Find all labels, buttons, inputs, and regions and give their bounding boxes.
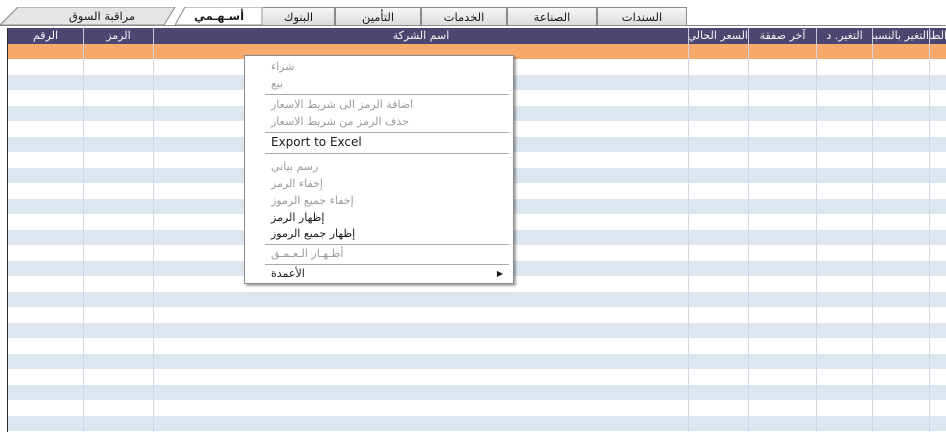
column-header-change-value[interactable]: التغير. د	[816, 28, 872, 44]
table-row[interactable]	[8, 308, 946, 323]
tab-market-watch[interactable]: مراقبة السوق	[0, 7, 176, 25]
table-row[interactable]	[8, 401, 946, 416]
menu-item-export-excel[interactable]: Export to Excel	[245, 134, 513, 150]
menu-item-columns-label: الأعمدة	[271, 267, 305, 280]
menu-item-columns[interactable]: الأعمدة ▶	[245, 266, 513, 282]
column-divider	[83, 44, 84, 432]
menu-separator	[265, 132, 509, 133]
tab-services[interactable]: الخدمات	[421, 7, 507, 25]
table-row[interactable]	[8, 339, 946, 354]
column-divider	[929, 44, 930, 432]
table-row[interactable]	[8, 416, 946, 431]
menu-item-chart[interactable]: رسم بياني	[245, 159, 513, 175]
table-row[interactable]	[8, 370, 946, 385]
column-divider	[688, 44, 689, 432]
column-divider	[872, 44, 873, 432]
tab-my-stocks-label: أسـهـمي	[193, 9, 245, 23]
menu-separator	[265, 264, 509, 265]
context-menu: شراء بيع اضافة الرمز الى شريط الاسعار حذ…	[244, 55, 514, 284]
menu-item-show-all-symbols[interactable]: إظهار جميع الرموز	[245, 226, 513, 242]
menu-item-hide-all-symbols[interactable]: إخفاء جميع الرموز	[245, 193, 513, 209]
column-header-bid[interactable]: الطلب	[929, 28, 946, 44]
column-header-last-trade[interactable]: آخر صفقة	[748, 28, 816, 44]
menu-item-remove-from-ticker[interactable]: حذف الرمز من شريط الاسعار	[245, 114, 513, 130]
column-divider	[153, 44, 154, 432]
tab-market-watch-label: مراقبة السوق	[68, 9, 136, 23]
menu-item-buy[interactable]: شراء	[245, 59, 513, 75]
arrow-right-icon: ▶	[496, 269, 503, 278]
column-header-company-name[interactable]: اسم الشركة	[153, 28, 688, 44]
table-row[interactable]	[8, 354, 946, 369]
menu-item-show-depth[interactable]: أظـهـار الـعـمـق	[245, 246, 513, 262]
table-row[interactable]	[8, 323, 946, 338]
tab-industry[interactable]: الصناعة	[507, 7, 597, 25]
menu-separator	[265, 244, 509, 245]
column-header-symbol[interactable]: الرمز	[83, 28, 153, 44]
menu-separator	[265, 94, 509, 95]
column-header-change-percent[interactable]: التغير بالنسبة	[872, 28, 929, 44]
tab-bonds[interactable]: السندات	[597, 7, 687, 25]
column-divider	[816, 44, 817, 432]
column-header-number[interactable]: الرقم	[8, 28, 83, 44]
menu-item-add-to-ticker[interactable]: اضافة الرمز الى شريط الاسعار	[245, 97, 513, 113]
menu-item-sell[interactable]: بيع	[245, 76, 513, 92]
grid-header: الرقم الرمز اسم الشركة السعر الحالي آخر …	[8, 28, 946, 44]
tab-strip: السندات الصناعة الخدمات التأمين البنوك أ…	[0, 0, 946, 26]
tab-baseline	[0, 25, 946, 26]
table-row[interactable]	[8, 385, 946, 400]
tab-banks[interactable]: البنوك	[262, 7, 335, 25]
tab-insurance[interactable]: التأمين	[335, 7, 421, 25]
tab-my-stocks[interactable]: أسـهـمي	[175, 7, 263, 25]
column-header-current-price[interactable]: السعر الحالي	[688, 28, 748, 44]
menu-item-hide-symbol[interactable]: إخفاء الرمز	[245, 176, 513, 192]
table-row[interactable]	[8, 292, 946, 307]
menu-item-show-symbol[interactable]: إظهار الرمز	[245, 210, 513, 226]
menu-separator	[265, 153, 509, 154]
column-divider	[748, 44, 749, 432]
